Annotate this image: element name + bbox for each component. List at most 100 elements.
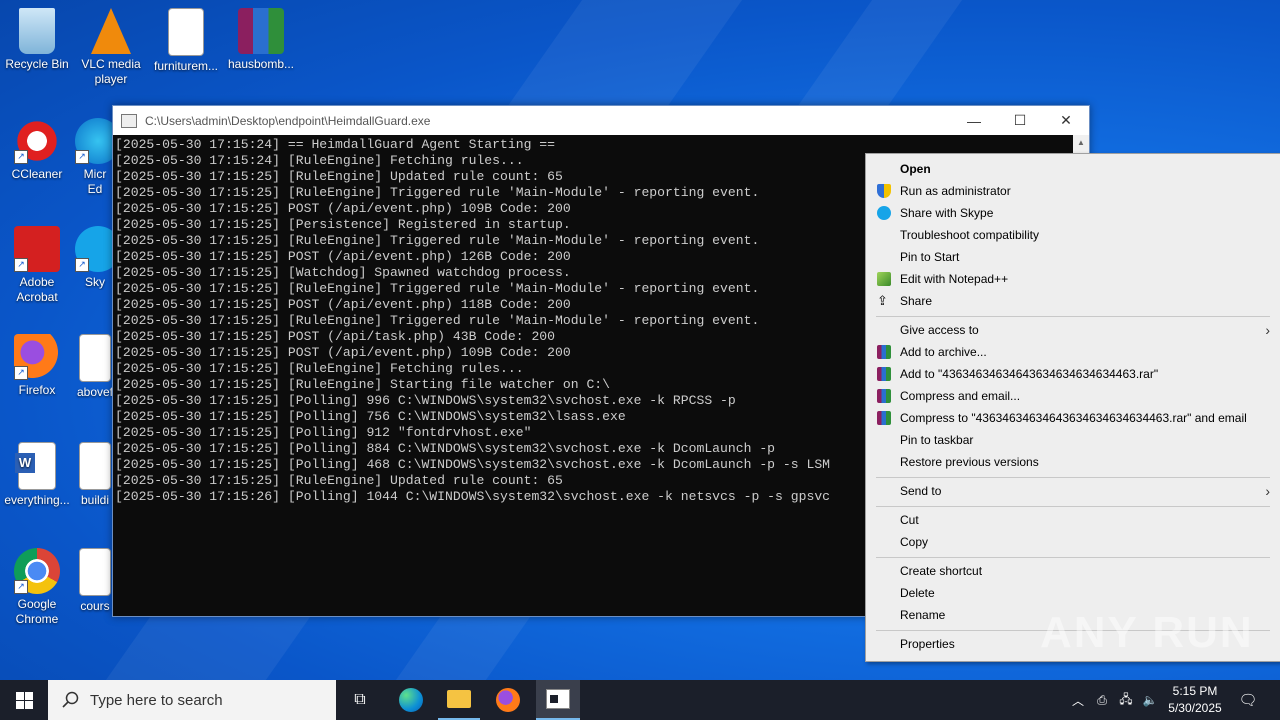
desktop-icon-label: Google Chrome: [15, 597, 59, 626]
menu-item-label: Copy: [900, 535, 929, 549]
menu-item-label: Delete: [900, 586, 935, 600]
show-hidden-icons-button[interactable]: ︿: [1068, 680, 1088, 720]
tray-volume[interactable]: 🔈: [1140, 680, 1160, 720]
desktop-icon-skype[interactable]: ↗ Sky: [75, 226, 115, 290]
menu-item-troubleshoot[interactable]: Troubleshoot compatibility: [866, 224, 1280, 246]
shortcut-arrow-icon: ↗: [14, 366, 28, 380]
desktop-icon-firefox[interactable]: ↗ Firefox: [1, 334, 73, 398]
desktop-icon-furniture[interactable]: furniturem...: [150, 8, 222, 74]
skype-icon: ↗: [75, 226, 115, 272]
menu-item-send-to[interactable]: Send to ›: [866, 480, 1280, 502]
desktop-icon-label: hausbomb...: [227, 57, 295, 71]
vlc-icon: [91, 8, 131, 54]
menu-item-delete[interactable]: Delete: [866, 582, 1280, 604]
menu-item-cut[interactable]: Cut: [866, 509, 1280, 531]
menu-item-compress-email[interactable]: Compress and email...: [866, 385, 1280, 407]
anyrun-watermark: ANY RUN: [1040, 608, 1254, 657]
start-button[interactable]: [0, 680, 48, 720]
taskbar-search-box[interactable]: Type here to search: [48, 680, 336, 720]
desktop-icon-hausbomb[interactable]: hausbomb...: [225, 8, 297, 72]
menu-item-create-shortcut[interactable]: Create shortcut: [866, 560, 1280, 582]
desktop-icon-edge[interactable]: ↗ Micr Ed: [75, 118, 115, 197]
menu-item-add-archive[interactable]: Add to archive...: [866, 341, 1280, 363]
maximize-button[interactable]: ☐: [997, 106, 1043, 135]
menu-item-label: Pin to Start: [900, 250, 960, 264]
clock-date: 5/30/2025: [1168, 701, 1222, 715]
edge-icon: [399, 688, 423, 712]
taskbar-edge[interactable]: [390, 680, 432, 720]
menu-item-label: Send to: [900, 484, 942, 498]
menu-item-label: Add to "43634634634643634634634634463.ra…: [900, 367, 1159, 381]
notification-icon: 🗨: [1238, 692, 1258, 709]
desktop-icon-label: cours: [80, 599, 110, 613]
tray-device-icon[interactable]: ⎙: [1092, 680, 1112, 720]
menu-item-label: Cut: [900, 513, 919, 527]
task-view-button[interactable]: ⧉: [340, 680, 380, 720]
desktop-icon-label: buildi: [80, 493, 110, 507]
menu-separator: [876, 477, 1270, 478]
desktop-icon-acrobat[interactable]: ↗ Adobe Acrobat: [1, 226, 73, 305]
menu-item-share[interactable]: ⇪ Share: [866, 290, 1280, 312]
notifications-button[interactable]: 🗨: [1234, 680, 1262, 720]
chevron-right-icon: ›: [1265, 322, 1270, 338]
menu-item-share-skype[interactable]: Share with Skype: [866, 202, 1280, 224]
scroll-up-icon[interactable]: ▲: [1073, 135, 1089, 151]
menu-item-label: Run as administrator: [900, 184, 1011, 198]
desktop-icon-label: Adobe Acrobat: [16, 275, 58, 304]
desktop-icon-label: Firefox: [18, 383, 56, 397]
menu-item-pin-start[interactable]: Pin to Start: [866, 246, 1280, 268]
image-file-icon: [79, 548, 111, 596]
taskbar-file-explorer[interactable]: [438, 680, 480, 720]
chevron-right-icon: ›: [1265, 483, 1270, 499]
console-titlebar[interactable]: C:\Users\admin\Desktop\endpoint\Heimdall…: [113, 106, 1089, 135]
menu-item-run-as-admin[interactable]: Run as administrator: [866, 180, 1280, 202]
winrar-icon: [877, 367, 891, 381]
taskbar: Type here to search ⧉ ︿ ⎙ 🖧 🔈 5:15 PM 5/…: [0, 680, 1280, 720]
ccleaner-icon: ↗: [14, 118, 60, 164]
menu-item-add-to-rar[interactable]: Add to "43634634634643634634634634463.ra…: [866, 363, 1280, 385]
image-file-icon: [79, 334, 111, 382]
desktop-icon-label: Sky: [84, 275, 105, 289]
winrar-icon: [877, 389, 891, 403]
winrar-archive-icon: [238, 8, 284, 54]
shortcut-arrow-icon: ↗: [14, 150, 28, 164]
menu-item-pin-taskbar[interactable]: Pin to taskbar: [866, 429, 1280, 451]
taskbar-clock[interactable]: 5:15 PM 5/30/2025: [1160, 683, 1230, 717]
menu-item-label: Create shortcut: [900, 564, 983, 578]
desktop-icon-vlc[interactable]: VLC media player: [75, 8, 147, 87]
chrome-icon: ↗: [14, 548, 60, 594]
taskbar-console[interactable]: [536, 680, 580, 720]
tray-network[interactable]: 🖧: [1116, 680, 1136, 720]
menu-item-open[interactable]: Open: [866, 158, 1280, 180]
menu-item-label: Pin to taskbar: [900, 433, 974, 447]
shortcut-arrow-icon: ↗: [75, 150, 89, 164]
desktop-icon-buildi[interactable]: buildi: [75, 442, 115, 508]
desktop-icon-abovef[interactable]: abovef: [75, 334, 115, 400]
menu-item-notepadpp[interactable]: Edit with Notepad++: [866, 268, 1280, 290]
context-menu: Open Run as administrator Share with Sky…: [865, 153, 1280, 662]
menu-item-copy[interactable]: Copy: [866, 531, 1280, 553]
close-button[interactable]: ✕: [1043, 106, 1089, 135]
recycle-bin-icon: [19, 8, 55, 54]
menu-item-give-access[interactable]: Give access to ›: [866, 319, 1280, 341]
desktop-icon-chrome[interactable]: ↗ Google Chrome: [1, 548, 73, 627]
firefox-icon: [496, 688, 520, 712]
share-icon: ⇪: [877, 293, 888, 308]
menu-item-restore-versions[interactable]: Restore previous versions: [866, 451, 1280, 473]
shortcut-arrow-icon: ↗: [14, 258, 28, 272]
desktop-icon-cours[interactable]: cours: [75, 548, 115, 614]
minimize-button[interactable]: —: [951, 106, 997, 135]
desktop-icon-recycle-bin[interactable]: Recycle Bin: [1, 8, 73, 72]
desktop-icon-label: everything...: [4, 493, 70, 507]
search-placeholder: Type here to search: [90, 691, 223, 709]
volume-icon: 🔈: [1142, 693, 1158, 707]
menu-item-label: Compress and email...: [900, 389, 1021, 403]
desktop-icon-label: Recycle Bin: [5, 57, 69, 71]
desktop-icon-ccleaner[interactable]: ↗ CCleaner: [1, 118, 73, 182]
image-file-icon: [79, 442, 111, 490]
desktop-icon-label: CCleaner: [11, 167, 63, 181]
desktop-icon-everything[interactable]: W everything...: [1, 442, 73, 508]
menu-item-label: Compress to "436346346346436346346346344…: [900, 411, 1247, 425]
menu-item-compress-to-rar-email[interactable]: Compress to "436346346346436346346346344…: [866, 407, 1280, 429]
taskbar-firefox[interactable]: [486, 680, 530, 720]
